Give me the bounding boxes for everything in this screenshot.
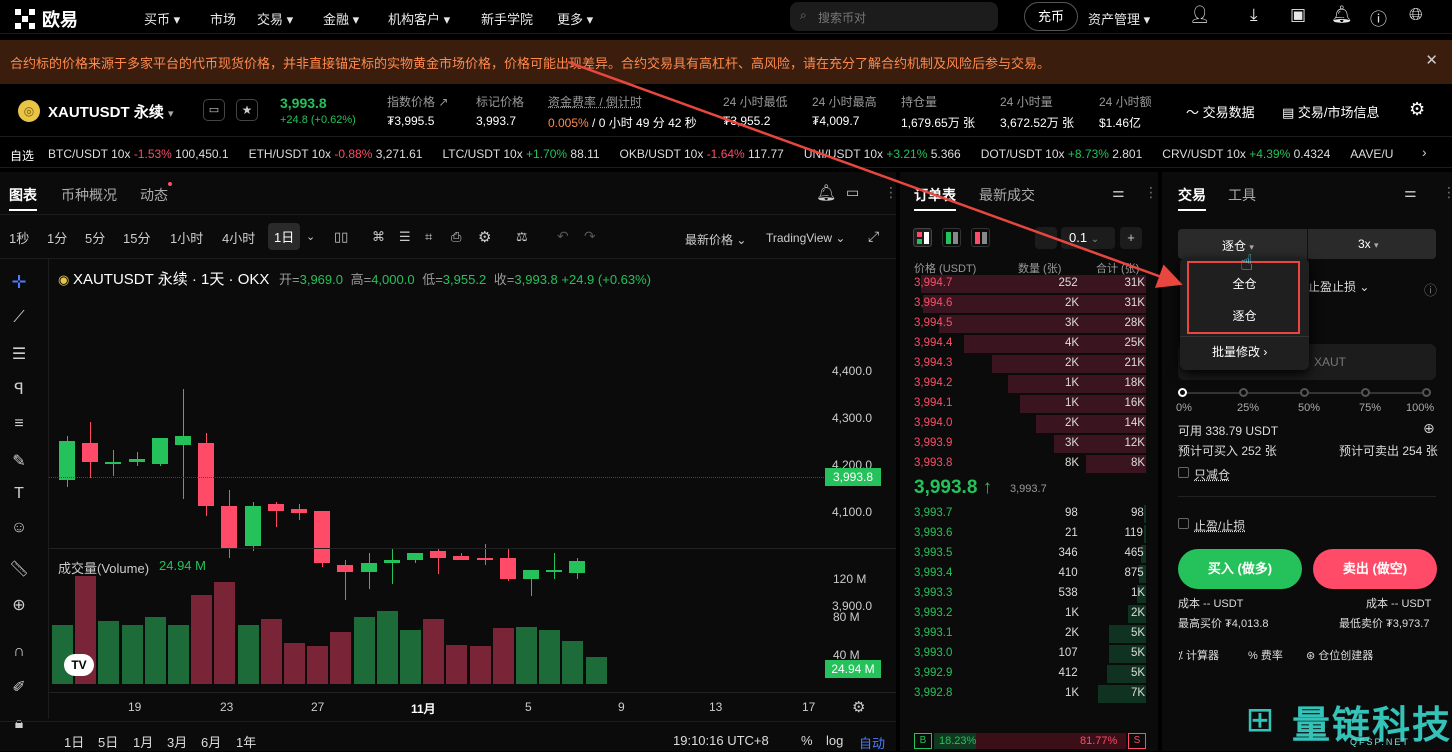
watermark-icon: ⊞ [1245, 701, 1275, 739]
watermark-logo: ⊞ 量链科技 QFSP.NET [1232, 692, 1452, 751]
annotation-arrow [567, 60, 1183, 288]
watermark-sub: QFSP.NET [1350, 737, 1410, 747]
